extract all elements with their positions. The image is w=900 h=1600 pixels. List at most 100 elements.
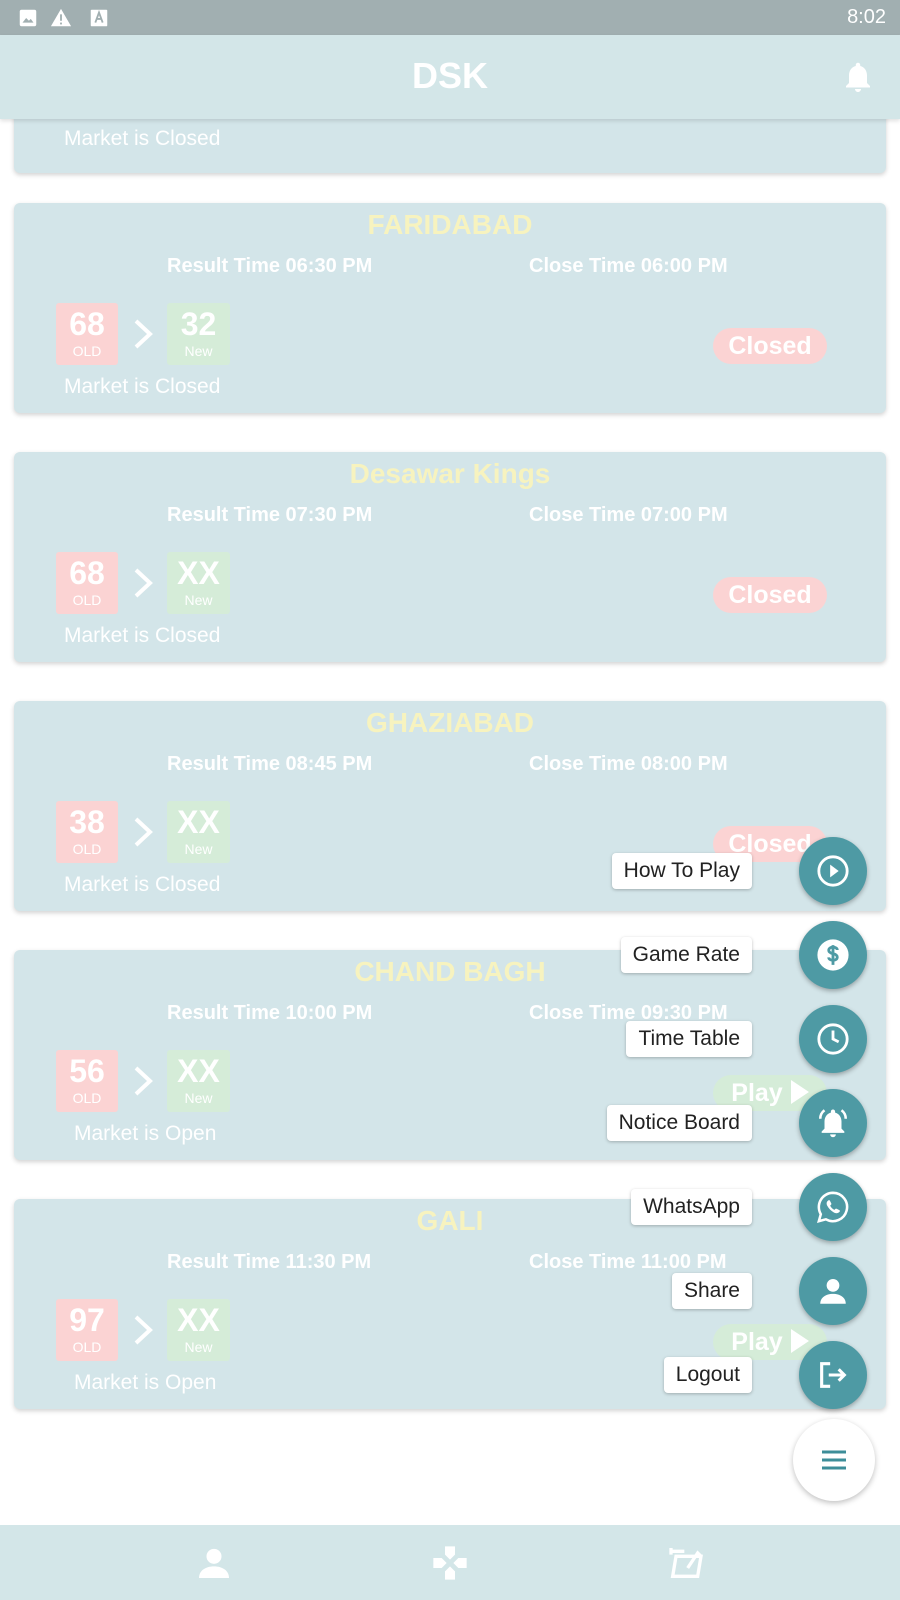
time-table-button[interactable] bbox=[799, 1005, 867, 1073]
new-number: 32 bbox=[180, 306, 217, 342]
new-number: XX bbox=[177, 555, 220, 591]
font-icon bbox=[90, 9, 108, 27]
old-number: 68 bbox=[69, 306, 105, 342]
old-number: 56 bbox=[69, 1053, 105, 1089]
bell-ring-icon bbox=[818, 1109, 848, 1138]
old-number: 68 bbox=[69, 555, 105, 591]
closed-button[interactable]: Closed bbox=[713, 328, 827, 364]
new-label: New bbox=[184, 841, 213, 857]
market-card-faridabad: FARIDABAD Result Time 06:30 PM Close Tim… bbox=[14, 203, 886, 413]
image-icon bbox=[19, 9, 37, 27]
play-label: Play bbox=[731, 1328, 783, 1356]
status-bar: 8:02 bbox=[0, 0, 900, 35]
new-number-box: XX New bbox=[167, 801, 230, 863]
closed-label: Closed bbox=[728, 332, 812, 360]
how-to-play-button[interactable] bbox=[799, 837, 867, 905]
logout-icon bbox=[820, 1362, 847, 1388]
old-label: OLD bbox=[72, 1339, 102, 1355]
close-time: Close Time 06:00 PM bbox=[529, 255, 728, 277]
logout-button[interactable] bbox=[799, 1341, 867, 1409]
old-number-box: 56 OLD bbox=[56, 1050, 118, 1112]
passbook-icon[interactable] bbox=[666, 1543, 706, 1583]
market-status: Market is Closed bbox=[64, 375, 221, 398]
close-time: Close Time 08:00 PM bbox=[529, 753, 728, 775]
warning-icon bbox=[50, 8, 72, 27]
app-bar: DSK bbox=[0, 35, 900, 119]
close-time: Close Time 11:00 PM bbox=[529, 1251, 727, 1273]
whatsapp-button[interactable] bbox=[799, 1173, 867, 1241]
market-card-gali: GALI Result Time 11:30 PM Close Time 11:… bbox=[14, 1199, 886, 1409]
result-time: Result Time 08:45 PM bbox=[167, 753, 373, 775]
speed-dial-toggle-button[interactable] bbox=[793, 1419, 875, 1501]
dollar-icon bbox=[817, 939, 849, 971]
close-time: Close Time 07:00 PM bbox=[529, 504, 728, 526]
person-icon bbox=[820, 1278, 846, 1304]
menu-icon bbox=[822, 1450, 846, 1470]
market-list: Market is Closed FARIDABAD Result Time 0… bbox=[0, 119, 900, 1525]
clock-icon bbox=[817, 1023, 849, 1055]
gamepad-icon[interactable] bbox=[430, 1543, 470, 1583]
game-rate-button[interactable] bbox=[799, 921, 867, 989]
new-label: New bbox=[184, 1339, 213, 1355]
market-name: CHAND BAGH bbox=[354, 956, 546, 987]
bottom-nav bbox=[0, 1525, 900, 1600]
new-number: XX bbox=[177, 1053, 220, 1089]
play-circle-icon bbox=[817, 855, 849, 887]
old-number: 97 bbox=[69, 1302, 105, 1338]
person-icon[interactable] bbox=[194, 1543, 234, 1583]
new-number-box: XX New bbox=[167, 552, 230, 614]
logout-label[interactable]: Logout bbox=[663, 1357, 752, 1393]
notice-board-button[interactable] bbox=[799, 1089, 867, 1157]
old-number-box: 68 OLD bbox=[56, 303, 118, 365]
share-button[interactable] bbox=[799, 1257, 867, 1325]
market-name: Desawar Kings bbox=[349, 458, 551, 489]
market-card: Market is Closed bbox=[14, 119, 886, 173]
old-label: OLD bbox=[72, 343, 102, 359]
new-number-box: XX New bbox=[167, 1050, 230, 1112]
new-number-box: XX New bbox=[167, 1299, 230, 1361]
market-status: Market is Open bbox=[74, 1122, 217, 1145]
market-name: FARIDABAD bbox=[367, 209, 533, 240]
old-number-box: 68 OLD bbox=[56, 552, 118, 614]
whatsapp-icon bbox=[816, 1191, 849, 1223]
market-status: Market is Closed bbox=[64, 624, 221, 647]
chevron-right-icon bbox=[134, 1315, 153, 1345]
new-number-box: 32 New bbox=[167, 303, 230, 365]
app-title: DSK bbox=[411, 55, 488, 96]
closed-label: Closed bbox=[728, 581, 812, 609]
whatsapp-label[interactable]: WhatsApp bbox=[631, 1189, 752, 1225]
result-time: Result Time 06:30 PM bbox=[167, 255, 373, 277]
status-time: 8:02 bbox=[847, 6, 886, 28]
result-time: Result Time 11:30 PM bbox=[167, 1251, 372, 1273]
chevron-right-icon bbox=[134, 1066, 153, 1096]
chevron-right-icon bbox=[134, 319, 153, 349]
market-card-ghaziabad: GHAZIABAD Result Time 08:45 PM Close Tim… bbox=[14, 701, 886, 911]
market-status: Market is Closed bbox=[64, 127, 221, 150]
how-to-play-label[interactable]: How To Play bbox=[611, 853, 752, 889]
new-number: XX bbox=[177, 804, 220, 840]
old-label: OLD bbox=[72, 592, 102, 608]
bell-icon[interactable] bbox=[840, 59, 876, 95]
market-name: GHAZIABAD bbox=[366, 707, 534, 738]
result-time: Result Time 07:30 PM bbox=[167, 504, 373, 526]
time-table-label[interactable]: Time Table bbox=[626, 1021, 752, 1057]
new-label: New bbox=[184, 343, 213, 359]
market-name: GALI bbox=[416, 1205, 484, 1236]
market-status: Market is Open bbox=[74, 1371, 217, 1394]
closed-button[interactable]: Closed bbox=[713, 577, 827, 613]
notice-board-label[interactable]: Notice Board bbox=[606, 1105, 752, 1141]
old-label: OLD bbox=[72, 1090, 102, 1106]
old-number: 38 bbox=[69, 804, 105, 840]
old-number-box: 97 OLD bbox=[56, 1299, 118, 1361]
old-label: OLD bbox=[72, 841, 102, 857]
new-label: New bbox=[184, 592, 213, 608]
old-number-box: 38 OLD bbox=[56, 801, 118, 863]
result-time: Result Time 10:00 PM bbox=[167, 1002, 373, 1024]
new-label: New bbox=[184, 1090, 213, 1106]
share-label[interactable]: Share bbox=[671, 1273, 752, 1309]
play-label: Play bbox=[731, 1079, 783, 1107]
chevron-right-icon bbox=[134, 817, 153, 847]
game-rate-label[interactable]: Game Rate bbox=[620, 937, 752, 973]
new-number: XX bbox=[177, 1302, 220, 1338]
play-icon bbox=[790, 1329, 809, 1354]
